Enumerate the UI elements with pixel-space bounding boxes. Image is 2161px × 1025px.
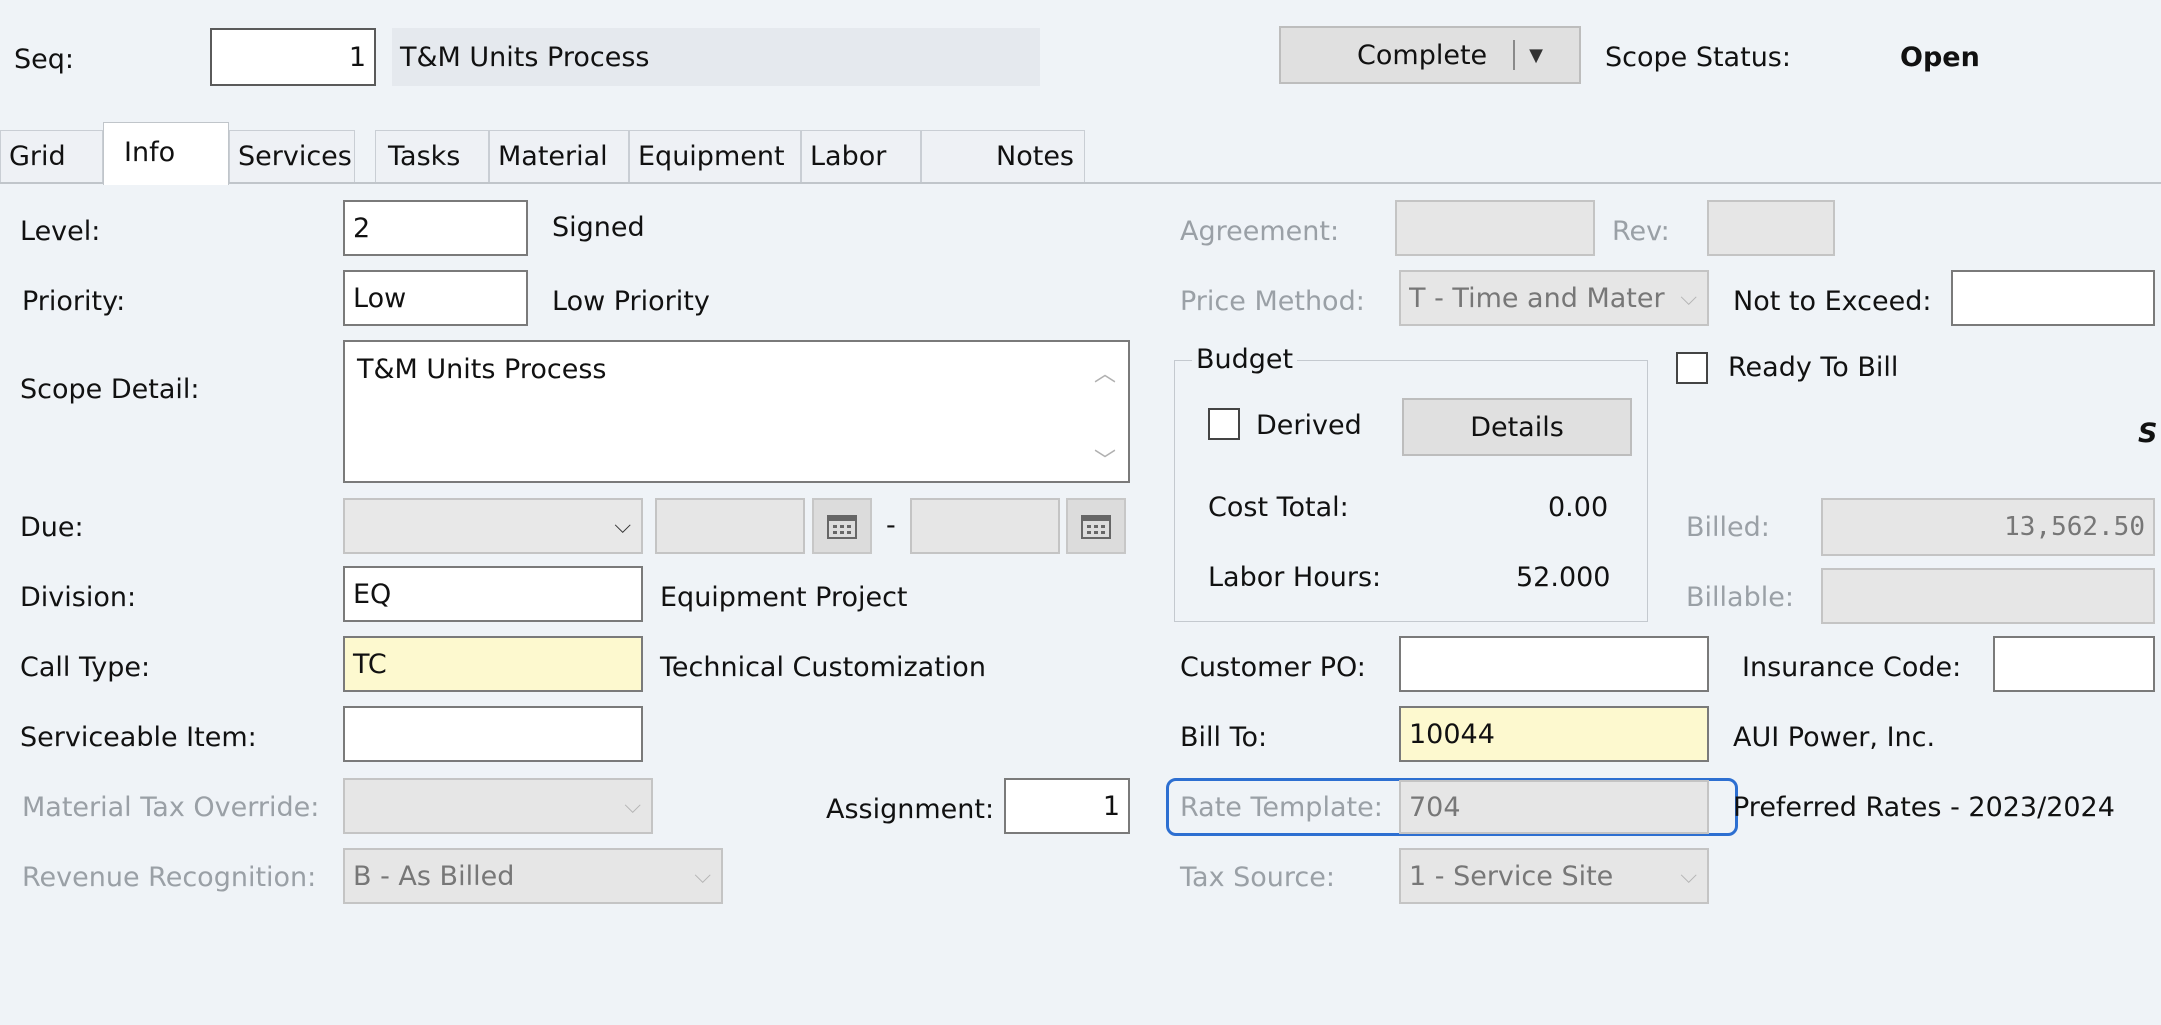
ready-to-bill-checkbox[interactable]	[1676, 352, 1708, 384]
billable-input[interactable]	[1821, 568, 2155, 624]
bill-to-name: AUI Power, Inc.	[1733, 722, 1936, 753]
tab-equipment[interactable]: Equipment	[629, 130, 801, 182]
due-select[interactable]: ⌵	[343, 498, 643, 554]
cut-off-text: S	[2138, 418, 2158, 449]
seq-label: Seq:	[14, 44, 74, 75]
revenue-recognition-select[interactable]: B - As Billed ⌵	[343, 848, 723, 904]
scope-detail-text: T&M Units Process	[357, 354, 607, 385]
labor-hours-label: Labor Hours:	[1208, 562, 1382, 593]
seq-input[interactable]: 1	[210, 28, 376, 86]
tab-tasks[interactable]: Tasks	[375, 130, 489, 182]
seq-description: T&M Units Process	[400, 41, 650, 73]
billed-input[interactable]: 13,562.50	[1821, 498, 2155, 556]
call-type-label: Call Type:	[20, 652, 151, 683]
tab-notes[interactable]: Notes	[921, 130, 1085, 182]
division-description: Equipment Project	[660, 582, 908, 613]
material-tax-override-label: Material Tax Override:	[22, 792, 320, 823]
scope-status-label: Scope Status:	[1605, 42, 1791, 73]
bill-to-label: Bill To:	[1180, 722, 1268, 753]
assignment-input[interactable]: 1	[1004, 778, 1130, 834]
seq-description-field: T&M Units Process	[392, 28, 1040, 86]
chevron-down-icon: ⌵	[624, 793, 641, 819]
due-end-date[interactable]	[910, 498, 1060, 554]
priority-label: Priority:	[22, 286, 126, 317]
division-input[interactable]: EQ	[343, 566, 643, 622]
scroll-down-icon[interactable]: ﹀	[1094, 443, 1116, 475]
derived-checkbox[interactable]	[1208, 408, 1240, 440]
tab-info[interactable]: Info	[103, 122, 229, 185]
price-method-select[interactable]: T - Time and Mater ⌵	[1399, 270, 1709, 326]
tab-grid[interactable]: Grid	[0, 130, 103, 182]
not-to-exceed-input[interactable]	[1951, 270, 2155, 326]
price-method-label: Price Method:	[1180, 286, 1365, 317]
customer-po-label: Customer PO:	[1180, 652, 1366, 683]
agreement-label: Agreement:	[1180, 216, 1340, 247]
rate-template-label: Rate Template:	[1180, 792, 1383, 823]
call-type-description: Technical Customization	[660, 652, 986, 683]
priority-input[interactable]: Low	[343, 270, 528, 326]
insurance-code-label: Insurance Code:	[1742, 652, 1962, 683]
customer-po-input[interactable]	[1399, 636, 1709, 692]
scope-detail-label: Scope Detail:	[20, 374, 200, 405]
cost-total-value: 0.00	[1548, 492, 1609, 523]
level-input[interactable]: 2	[343, 200, 528, 256]
due-range-dash: -	[886, 510, 896, 541]
derived-label: Derived	[1256, 410, 1362, 441]
ready-to-bill-label: Ready To Bill	[1728, 352, 1899, 383]
billed-label: Billed:	[1686, 512, 1770, 543]
rev-input[interactable]	[1707, 200, 1835, 256]
tab-labor[interactable]: Labor	[801, 130, 921, 182]
call-type-input[interactable]: TC	[343, 636, 643, 692]
chevron-down-icon: ⌵	[694, 863, 711, 889]
rev-label: Rev:	[1612, 216, 1670, 247]
tax-source-select[interactable]: 1 - Service Site ⌵	[1399, 848, 1709, 904]
chevron-down-icon: ⌵	[1680, 863, 1697, 889]
complete-button[interactable]: Complete ▼	[1279, 26, 1581, 84]
chevron-down-icon: ⌵	[1680, 285, 1697, 311]
bill-to-input[interactable]: 10044	[1399, 706, 1709, 762]
budget-group-title: Budget	[1192, 346, 1298, 373]
revenue-recognition-label: Revenue Recognition:	[22, 862, 317, 893]
material-tax-override-select[interactable]: ⌵	[343, 778, 653, 834]
level-description: Signed	[552, 212, 645, 243]
button-separator	[1513, 40, 1516, 70]
scope-detail-textarea[interactable]: T&M Units Process ︿ ﹀	[343, 340, 1130, 483]
not-to-exceed-label: Not to Exceed:	[1733, 286, 1932, 317]
due-label: Due:	[20, 512, 84, 543]
serviceable-item-input[interactable]	[343, 706, 643, 762]
chevron-down-icon: ⌵	[614, 513, 631, 539]
level-label: Level:	[20, 216, 101, 247]
due-start-date[interactable]	[655, 498, 805, 554]
dropdown-arrow-icon[interactable]: ▼	[1529, 45, 1543, 66]
assignment-label: Assignment:	[826, 794, 995, 825]
tab-material[interactable]: Material	[489, 130, 629, 182]
billable-label: Billable:	[1686, 582, 1794, 613]
serviceable-item-label: Serviceable Item:	[20, 722, 257, 753]
due-end-calendar-icon[interactable]	[1066, 498, 1126, 554]
scope-status-value: Open	[1900, 42, 1980, 73]
insurance-code-input[interactable]	[1993, 636, 2155, 692]
cost-total-label: Cost Total:	[1208, 492, 1349, 523]
labor-hours-value: 52.000	[1516, 562, 1611, 593]
division-label: Division:	[20, 582, 137, 613]
rate-template-input[interactable]: 704	[1399, 780, 1709, 834]
tab-services[interactable]: Services	[229, 130, 355, 182]
priority-description: Low Priority	[552, 286, 710, 317]
details-button[interactable]: Details	[1402, 398, 1632, 456]
scroll-up-icon[interactable]: ︿	[1094, 356, 1116, 388]
seq-value: 1	[348, 41, 366, 73]
rate-template-name: Preferred Rates - 2023/2024	[1733, 792, 2115, 823]
due-start-calendar-icon[interactable]	[812, 498, 872, 554]
complete-button-label: Complete	[1357, 39, 1488, 71]
tax-source-label: Tax Source:	[1180, 862, 1335, 893]
agreement-input[interactable]	[1395, 200, 1595, 256]
tab-strip-baseline	[0, 182, 2161, 184]
